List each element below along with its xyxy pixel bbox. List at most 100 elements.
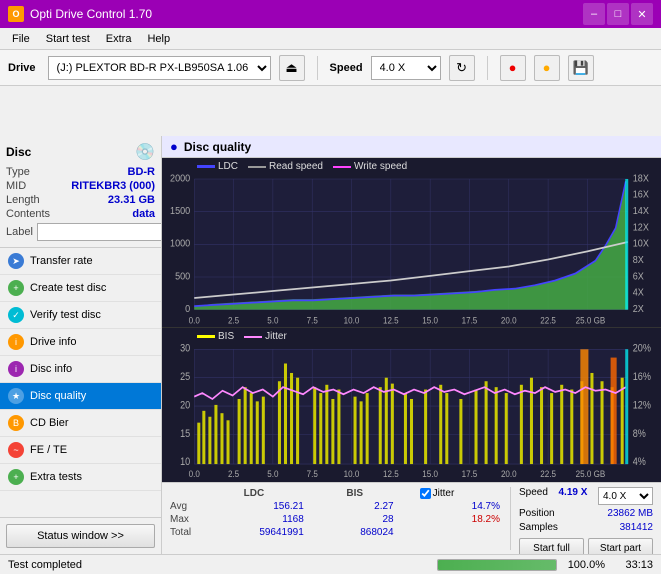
save-button[interactable]: 💾 (568, 55, 594, 81)
svg-text:2000: 2000 (170, 173, 191, 185)
speed-row: Speed 4.19 X 4.0 X (519, 487, 653, 505)
max-ldc: 1168 (198, 513, 310, 526)
label-label: Label (6, 226, 33, 238)
fe-te-label: FE / TE (30, 444, 67, 456)
menu-extra[interactable]: Extra (98, 31, 140, 47)
bottom-chart-legend: BIS Jitter (197, 331, 287, 342)
minimize-button[interactable]: – (583, 3, 605, 25)
chart-header: ● Disc quality (162, 136, 661, 158)
menu-start-test[interactable]: Start test (38, 31, 98, 47)
sidebar-item-fe-te[interactable]: ~ FE / TE (0, 437, 161, 464)
speed-select[interactable]: 4.0 X (371, 56, 441, 80)
status-window-button[interactable]: Status window >> (6, 524, 155, 548)
type-label: Type (6, 166, 30, 178)
svg-text:25.0 GB: 25.0 GB (576, 469, 606, 480)
sidebar-item-verify-test-disc[interactable]: ✓ Verify test disc (0, 302, 161, 329)
avg-label: Avg (170, 500, 198, 513)
drive-info-label: Drive info (30, 336, 76, 348)
window-controls: – □ ✕ (583, 3, 653, 25)
avg-bis: 2.27 (310, 500, 400, 513)
chart-title: Disc quality (184, 140, 251, 154)
jitter-checkbox[interactable] (420, 488, 431, 499)
menu-file[interactable]: File (4, 31, 38, 47)
chart-area: ● Disc quality LDC Read speed (162, 136, 661, 554)
sidebar-item-disc-info[interactable]: i Disc info (0, 356, 161, 383)
sidebar-item-disc-quality[interactable]: ★ Disc quality (0, 383, 161, 410)
eject-button[interactable]: ⏏ (279, 55, 305, 81)
avg-jitter: 14.7% (414, 500, 506, 513)
refresh-button[interactable]: ↻ (449, 55, 475, 81)
sidebar: Disc 💿 Type BD-R MID RITEKBR3 (000) Leng… (0, 136, 162, 554)
svg-text:14X: 14X (633, 205, 650, 217)
contents-value: data (132, 208, 155, 220)
bis-col-header: BIS (310, 487, 400, 500)
toolbar: Drive (J:) PLEXTOR BD-R PX-LB950SA 1.06 … (0, 50, 661, 86)
svg-text:10.0: 10.0 (344, 315, 360, 326)
start-buttons: Start full Start part (519, 538, 653, 554)
disc-quality-label: Disc quality (30, 390, 86, 402)
verify-test-icon: ✓ (8, 307, 24, 323)
svg-text:17.5: 17.5 (462, 469, 478, 480)
stats-row-max: Max 1168 28 18.2% (170, 513, 506, 526)
total-bis: 868024 (310, 526, 400, 539)
svg-text:20.0: 20.0 (501, 469, 517, 480)
red-circle-button[interactable]: ● (500, 55, 526, 81)
position-label: Position (519, 508, 555, 519)
sidebar-item-create-test-disc[interactable]: + Create test disc (0, 275, 161, 302)
svg-text:25: 25 (180, 372, 191, 384)
svg-text:10X: 10X (633, 238, 650, 250)
sidebar-item-cd-bier[interactable]: B CD Bier (0, 410, 161, 437)
app-title: Opti Drive Control 1.70 (30, 7, 152, 21)
drive-select[interactable]: (J:) PLEXTOR BD-R PX-LB950SA 1.06 (48, 56, 271, 80)
sidebar-item-drive-info[interactable]: i Drive info (0, 329, 161, 356)
svg-text:22.5: 22.5 (540, 469, 556, 480)
top-chart-legend: LDC Read speed Write speed (197, 161, 407, 172)
cd-bier-icon: B (8, 415, 24, 431)
label-input[interactable] (37, 223, 162, 241)
status-btn-area: Status window >> (0, 517, 161, 554)
bis-legend: BIS (197, 331, 234, 342)
avg-ldc: 156.21 (198, 500, 310, 513)
start-full-button[interactable]: Start full (519, 538, 584, 554)
menu-help[interactable]: Help (139, 31, 178, 47)
stats-row-total: Total 59641991 868024 (170, 526, 506, 539)
jitter-legend-text: Jitter (265, 331, 287, 342)
svg-text:17.5: 17.5 (462, 315, 478, 326)
disc-icon: 💿 (135, 142, 155, 162)
disc-info-label: Disc info (30, 363, 72, 375)
svg-text:12X: 12X (633, 222, 650, 234)
jitter-col-text: Jitter (433, 488, 455, 499)
maximize-button[interactable]: □ (607, 3, 629, 25)
svg-text:7.5: 7.5 (307, 315, 318, 326)
app-icon: O (8, 6, 24, 22)
jitter-label[interactable]: Jitter (420, 488, 500, 499)
write-legend: Write speed (333, 161, 407, 172)
bis-legend-text: BIS (218, 331, 234, 342)
svg-text:16%: 16% (633, 372, 651, 384)
stats-table: LDC BIS Jitter (170, 487, 506, 539)
speed-dropdown[interactable]: 4.0 X (598, 487, 653, 505)
mid-value: RITEKBR3 (000) (71, 180, 155, 192)
svg-text:12.5: 12.5 (383, 469, 399, 480)
start-part-button[interactable]: Start part (588, 538, 653, 554)
fe-te-icon: ~ (8, 442, 24, 458)
create-test-label: Create test disc (30, 282, 106, 294)
ldc-legend-text: LDC (218, 161, 238, 172)
read-legend: Read speed (248, 161, 323, 172)
toolbar-separator2 (487, 56, 488, 80)
status-text: Test completed (8, 559, 429, 571)
length-value: 23.31 GB (108, 194, 155, 206)
status-bar: Test completed 100.0% 33:13 (0, 554, 661, 574)
extra-tests-label: Extra tests (30, 471, 82, 483)
yellow-circle-button[interactable]: ● (534, 55, 560, 81)
ldc-legend: LDC (197, 161, 238, 172)
sidebar-item-extra-tests[interactable]: + Extra tests (0, 464, 161, 491)
max-label: Max (170, 513, 198, 526)
sidebar-item-transfer-rate[interactable]: ➤ Transfer rate (0, 248, 161, 275)
read-legend-text: Read speed (269, 161, 323, 172)
length-label: Length (6, 194, 40, 206)
svg-text:5.0: 5.0 (267, 469, 278, 480)
close-button[interactable]: ✕ (631, 3, 653, 25)
position-value: 23862 MB (607, 508, 653, 519)
cd-bier-label: CD Bier (30, 417, 69, 429)
